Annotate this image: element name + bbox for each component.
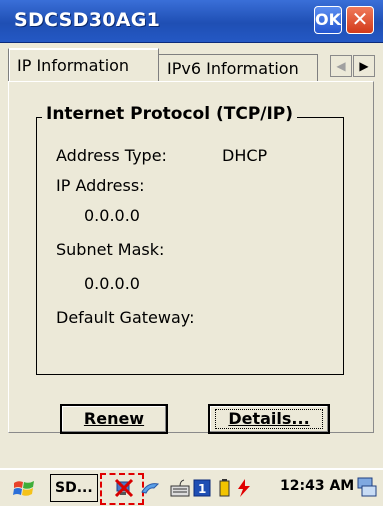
tab-scroll-left-button[interactable]: ◀ — [330, 55, 352, 77]
tab-scroll-right-button[interactable]: ▶ — [353, 55, 375, 77]
chevron-right-icon: ▶ — [359, 59, 369, 73]
power-icon[interactable] — [234, 478, 254, 498]
subnet-mask-label: Subnet Mask: — [56, 240, 165, 259]
group-title: Internet Protocol (TCP/IP) — [42, 104, 298, 124]
taskbar: SD... 1 12:43 AM — [0, 468, 383, 506]
renew-label: Renew — [83, 409, 145, 428]
bluetooth-icon[interactable] — [140, 478, 160, 498]
tab-ipv6-information[interactable]: IPv6 Information — [158, 54, 318, 82]
tab-strip: IP Information IPv6 Information ◀ ▶ — [0, 42, 383, 82]
window-title: SDCSD30AG1 — [14, 9, 161, 31]
close-button[interactable]: ✕ — [346, 6, 374, 34]
focus-rectangle — [215, 409, 323, 429]
close-icon: ✕ — [351, 7, 369, 31]
renew-button[interactable]: Renew — [60, 404, 168, 434]
default-gateway-label: Default Gateway: — [56, 308, 195, 327]
subnet-mask-value: 0.0.0.0 — [84, 274, 140, 293]
keyboard-icon[interactable] — [170, 478, 190, 498]
chevron-left-icon: ◀ — [336, 59, 346, 73]
taskbar-window-button[interactable]: SD... — [50, 474, 98, 502]
ok-button[interactable]: OK — [314, 6, 342, 34]
windows-start-icon[interactable] — [12, 478, 36, 500]
battery-icon[interactable] — [214, 478, 234, 498]
address-type-label: Address Type: — [56, 146, 167, 165]
taskbar-clock[interactable]: 12:43 AM — [280, 478, 354, 494]
details-button[interactable]: Details... — [208, 404, 330, 434]
input-panel-icon[interactable]: 1 — [192, 478, 212, 498]
desktop-icon[interactable] — [356, 476, 378, 500]
network-disconnected-icon[interactable] — [114, 478, 134, 498]
ip-address-label: IP Address: — [56, 176, 145, 195]
title-bar: SDCSD30AG1 OK ✕ — [0, 0, 383, 43]
address-type-value: DHCP — [222, 146, 268, 165]
svg-text:1: 1 — [198, 482, 206, 496]
device-screen: SDCSD30AG1 OK ✕ IP Information IPv6 Info… — [0, 0, 383, 506]
tab-ip-information[interactable]: IP Information — [8, 48, 159, 82]
ip-address-value: 0.0.0.0 — [84, 206, 140, 225]
